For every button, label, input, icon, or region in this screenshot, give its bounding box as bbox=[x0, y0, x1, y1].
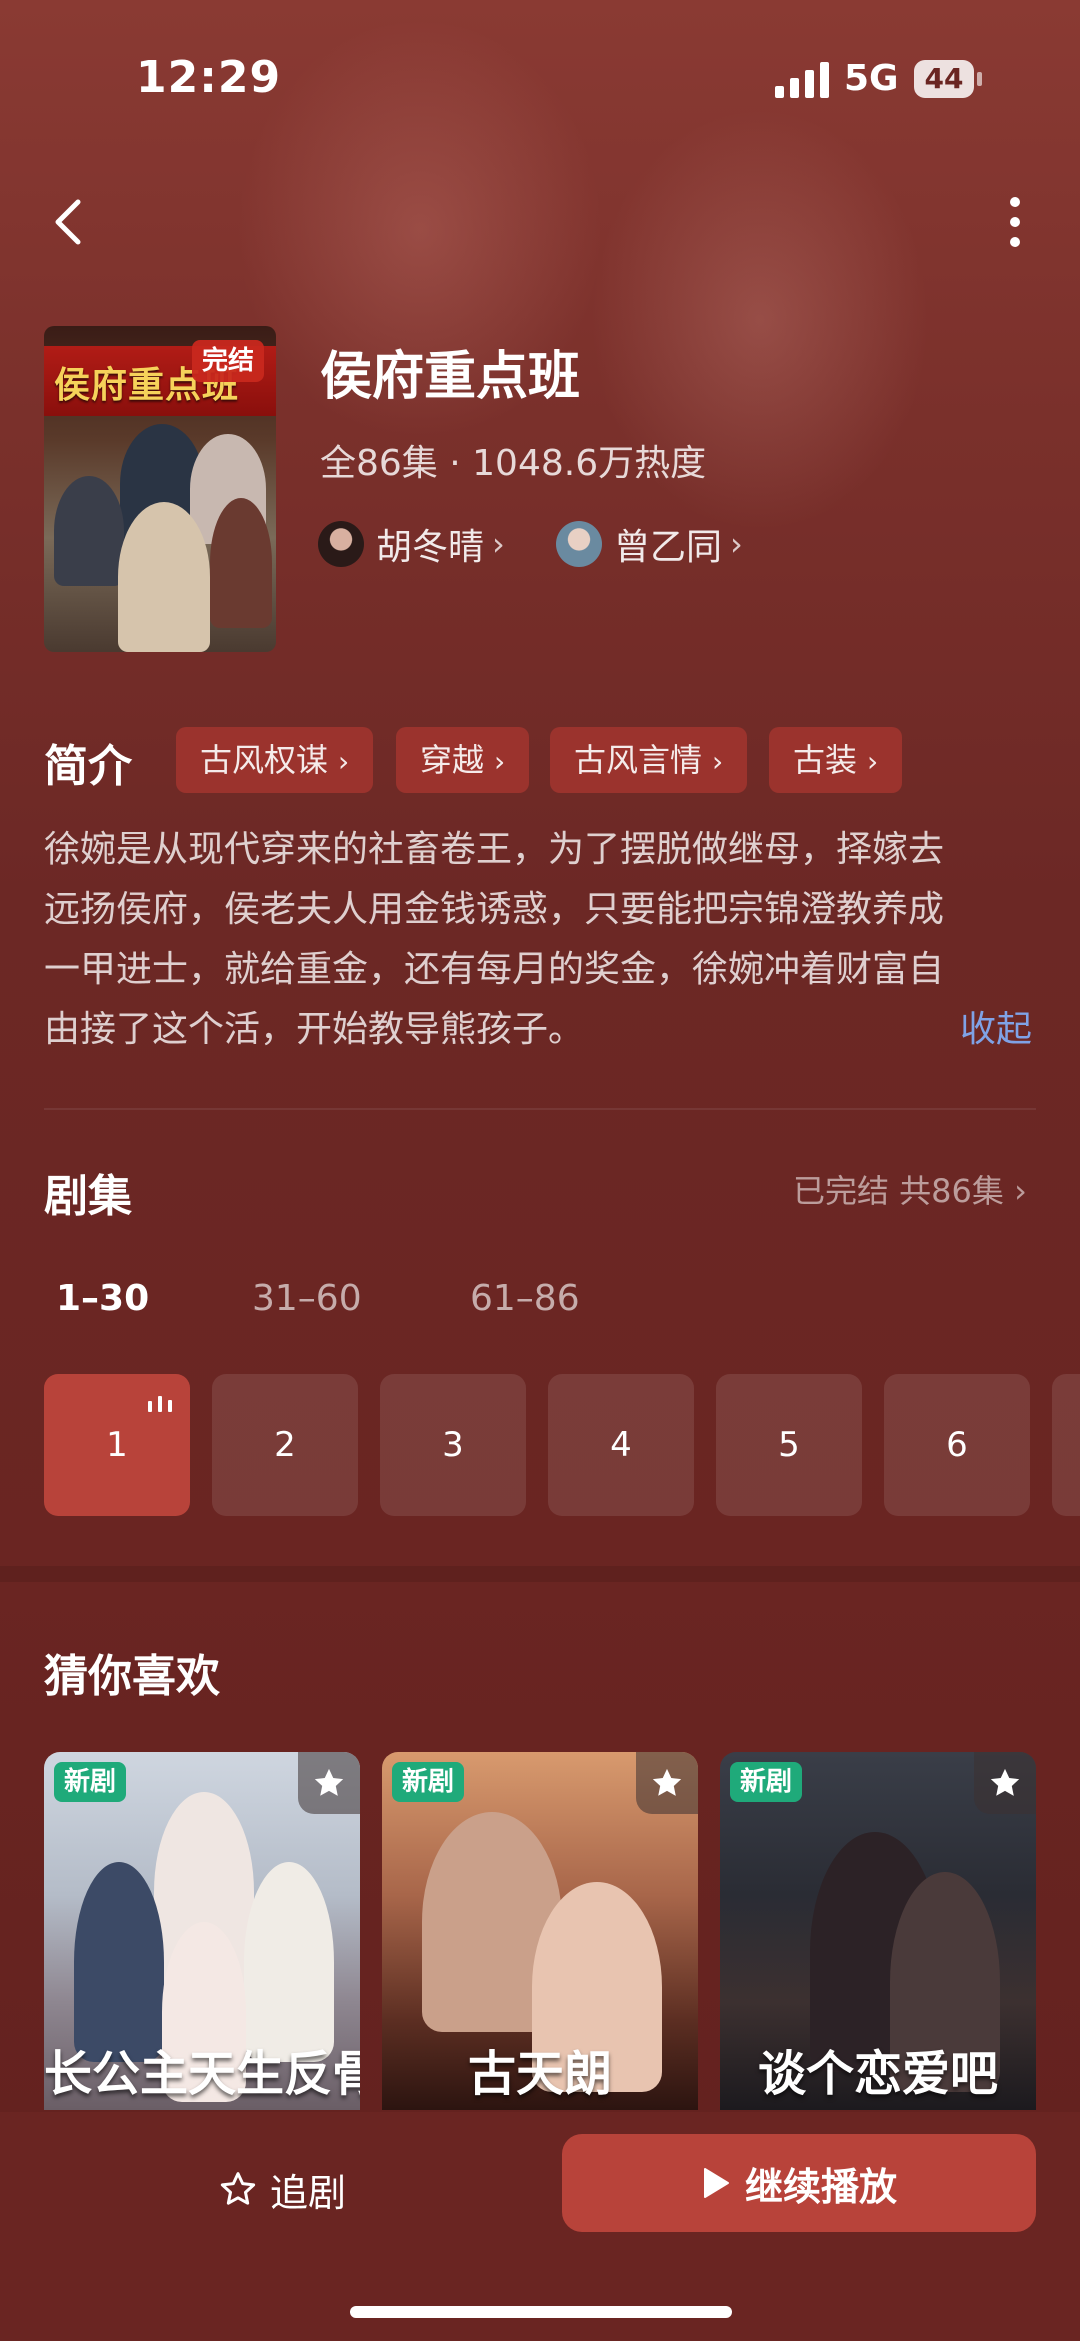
tag-label: 古风言情 bbox=[574, 741, 703, 779]
home-indicator[interactable] bbox=[350, 2306, 732, 2318]
audio-bars-icon bbox=[148, 1396, 172, 1412]
episode-button[interactable]: 6 bbox=[884, 1374, 1030, 1516]
continue-play-button[interactable]: 继续播放 bbox=[562, 2134, 1036, 2232]
episode-button[interactable]: 4 bbox=[548, 1374, 694, 1516]
episode-number: 1 bbox=[106, 1425, 128, 1465]
actor-name: 胡冬晴 bbox=[376, 527, 485, 568]
synopsis-line: 徐婉是从现代穿来的社畜卷王，为了摆脱做继母，择嫁去 bbox=[44, 829, 945, 870]
genre-tag[interactable]: 古风言情 › bbox=[550, 727, 748, 793]
more-vertical-icon bbox=[1010, 197, 1020, 247]
chevron-right-icon: › bbox=[338, 745, 350, 778]
show-title: 侯府重点班 bbox=[320, 347, 581, 407]
recommend-heading: 猜你喜欢 bbox=[44, 1651, 220, 1702]
chevron-right-icon: › bbox=[712, 745, 724, 778]
show-poster[interactable]: 侯府重点班 完结 bbox=[44, 326, 276, 652]
chevron-right-icon: › bbox=[867, 745, 879, 778]
recommend-card[interactable]: 新剧 古天朗 bbox=[382, 1752, 698, 2110]
section-separator bbox=[0, 1566, 1080, 1582]
actor-name: 曾乙同 bbox=[614, 527, 723, 568]
play-label: 继续播放 bbox=[744, 2164, 897, 2209]
tag-label: 穿越 bbox=[420, 741, 485, 779]
episode-number: 6 bbox=[946, 1425, 968, 1465]
avatar bbox=[556, 521, 602, 567]
recommend-card[interactable]: 新剧 长公主天生反骨 bbox=[44, 1752, 360, 2110]
star-icon bbox=[990, 1768, 1020, 1796]
recommend-card[interactable]: 新剧 谈个恋爱吧 bbox=[720, 1752, 1036, 2110]
follow-label: 追剧 bbox=[270, 2170, 347, 2215]
show-meta: 全86集 · 1048.6万热度 bbox=[320, 443, 707, 484]
new-badge: 新剧 bbox=[392, 1762, 465, 1802]
genre-tag[interactable]: 穿越 › bbox=[396, 727, 530, 793]
divider bbox=[44, 1108, 1036, 1110]
favorite-button[interactable] bbox=[636, 1752, 698, 1814]
episode-range-tab[interactable]: 1–30 bbox=[56, 1278, 149, 1319]
tag-label: 古风权谋 bbox=[200, 741, 329, 779]
battery-level: 44 bbox=[924, 62, 964, 95]
episode-button-partial[interactable] bbox=[1052, 1374, 1080, 1516]
new-badge: 新剧 bbox=[730, 1762, 803, 1802]
chevron-right-icon: › bbox=[494, 745, 506, 778]
signal-icon bbox=[775, 62, 829, 98]
poster-figure bbox=[118, 502, 210, 652]
poster-figure bbox=[210, 498, 272, 628]
actor-link[interactable]: 胡冬晴 › bbox=[318, 518, 505, 570]
star-icon bbox=[652, 1768, 682, 1796]
new-badge: 新剧 bbox=[54, 1762, 127, 1802]
collapse-link[interactable]: 收起 bbox=[960, 1000, 1032, 1052]
synopsis-line: 由接了这个活，开始教导熊孩子。 bbox=[44, 1009, 585, 1050]
synopsis-line: 一甲进士，就给重金，还有每月的奖金，徐婉冲着财富自 bbox=[44, 949, 945, 990]
battery-icon: 44 bbox=[914, 60, 984, 98]
poster-figure bbox=[244, 1862, 334, 2062]
star-outline-icon bbox=[220, 2172, 256, 2205]
network-type: 5G bbox=[844, 58, 899, 99]
episodes-heading: 剧集 bbox=[44, 1171, 132, 1222]
chevron-right-icon: › bbox=[730, 525, 743, 563]
episode-number: 2 bbox=[274, 1425, 296, 1465]
tag-label: 古装 bbox=[793, 741, 858, 779]
episode-number: 4 bbox=[610, 1425, 632, 1465]
card-caption: 长公主天生反骨 bbox=[44, 2046, 360, 2102]
status-time: 12:29 bbox=[136, 52, 282, 103]
episode-number: 3 bbox=[442, 1425, 464, 1465]
chevron-right-icon: › bbox=[492, 525, 505, 563]
poster-figure bbox=[54, 476, 124, 586]
episode-button[interactable]: 5 bbox=[716, 1374, 862, 1516]
genre-tag[interactable]: 古风权谋 › bbox=[176, 727, 374, 793]
episode-button[interactable]: 2 bbox=[212, 1374, 358, 1516]
episode-button[interactable]: 3 bbox=[380, 1374, 526, 1516]
favorite-button[interactable] bbox=[298, 1752, 360, 1814]
episodes-status-link[interactable]: 已完结 共86集 › bbox=[793, 1166, 1027, 1212]
card-caption: 谈个恋爱吧 bbox=[757, 2046, 998, 2102]
back-button[interactable] bbox=[44, 188, 100, 256]
chevron-left-icon bbox=[55, 199, 81, 245]
completed-badge: 完结 bbox=[191, 340, 264, 382]
favorite-button[interactable] bbox=[974, 1752, 1036, 1814]
play-icon bbox=[703, 2168, 729, 2198]
poster-figure bbox=[74, 1862, 164, 2062]
episode-range-tab[interactable]: 61–86 bbox=[470, 1278, 580, 1319]
actor-link[interactable]: 曾乙同 › bbox=[556, 518, 743, 570]
episode-button[interactable]: 1 bbox=[44, 1374, 190, 1516]
follow-button[interactable]: 追剧 bbox=[218, 2154, 346, 2224]
card-caption: 古天朗 bbox=[467, 2046, 612, 2102]
episode-range-tab[interactable]: 31–60 bbox=[252, 1278, 362, 1319]
synopsis-line: 远扬侯府，侯老夫人用金钱诱惑，只要能把宗锦澄教养成 bbox=[44, 889, 945, 930]
star-icon bbox=[314, 1768, 344, 1796]
more-button[interactable] bbox=[995, 190, 1035, 258]
genre-tag[interactable]: 古装 › bbox=[769, 727, 903, 793]
intro-heading: 简介 bbox=[44, 741, 132, 792]
avatar bbox=[318, 521, 364, 567]
episode-number: 5 bbox=[778, 1425, 800, 1465]
